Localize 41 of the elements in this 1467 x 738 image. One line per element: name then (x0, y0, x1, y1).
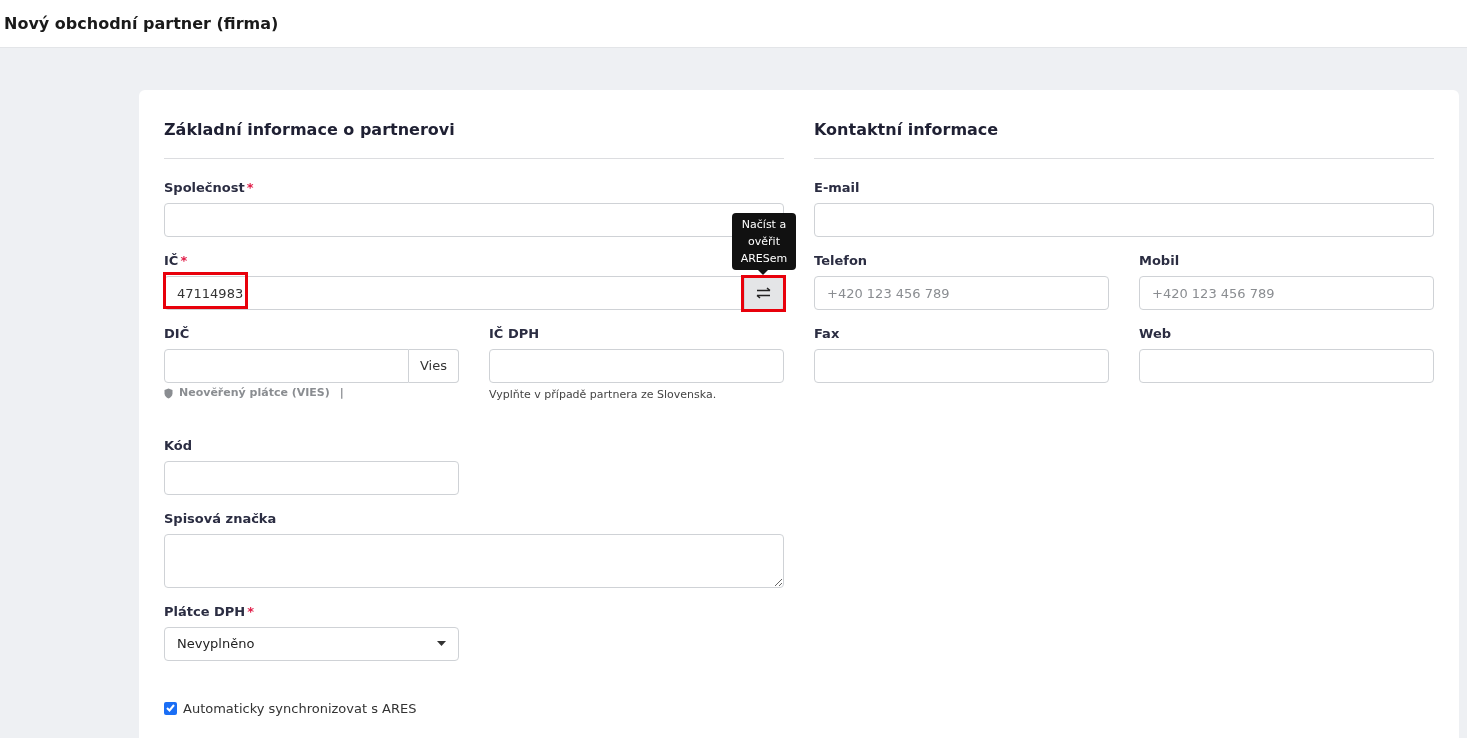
vat-status-text: Neověřený plátce (VIES) (179, 385, 330, 401)
field-label: E-mail (814, 180, 860, 195)
ic-field[interactable]: 47114983 (164, 276, 744, 310)
text-field[interactable] (814, 203, 1434, 237)
field-label: Plátce DPH (164, 603, 246, 619)
section-title: Kontaktní informace (814, 119, 1000, 141)
vies-button[interactable]: Vies (409, 349, 459, 383)
dic-field[interactable] (164, 349, 409, 383)
field-label: IČ DPH (489, 326, 540, 341)
swap-arrows-icon (756, 287, 772, 299)
text-field[interactable] (814, 349, 1109, 383)
dropdown-caret-icon (437, 641, 446, 646)
checkbox-label: Automaticky synchronizovat s ARES (183, 699, 417, 718)
field-label: Kód (164, 437, 193, 453)
shield-icon (164, 387, 173, 399)
text-field[interactable]: +420 123 456 789 (1139, 276, 1434, 310)
field-label: IČ (164, 253, 179, 268)
text-field[interactable] (1139, 349, 1434, 383)
required-mark: * (247, 603, 255, 619)
tooltip: Načíst a ověřit ARESem (732, 213, 796, 270)
required-mark: * (246, 180, 254, 195)
separator-text: | (339, 385, 344, 401)
hint-text: Vyplňte v případě partnera ze Slovenska. (489, 387, 718, 403)
text-field[interactable] (164, 203, 784, 237)
textarea-field[interactable] (164, 533, 784, 588)
page-title: Nový obchodní partner (firma) (4, 12, 279, 35)
sync-checkbox[interactable] (164, 701, 177, 715)
field-label: Telefon (814, 253, 868, 268)
field-label: Spisová značka (164, 510, 277, 526)
text-field[interactable] (164, 460, 459, 495)
field-label: Web (1139, 326, 1171, 341)
field-label: Mobil (1139, 253, 1180, 268)
tooltip-pointer (758, 270, 768, 275)
field-label: DIČ (164, 326, 190, 341)
field-label: Fax (814, 326, 840, 341)
required-mark: * (180, 253, 188, 268)
section-title: Základní informace o partnerovi (164, 119, 456, 141)
vat-payer-select[interactable]: Nevyplněno (164, 626, 459, 661)
field-label: Společnost (164, 180, 245, 195)
text-field[interactable]: +420 123 456 789 (814, 276, 1109, 310)
text-field[interactable] (489, 349, 784, 383)
